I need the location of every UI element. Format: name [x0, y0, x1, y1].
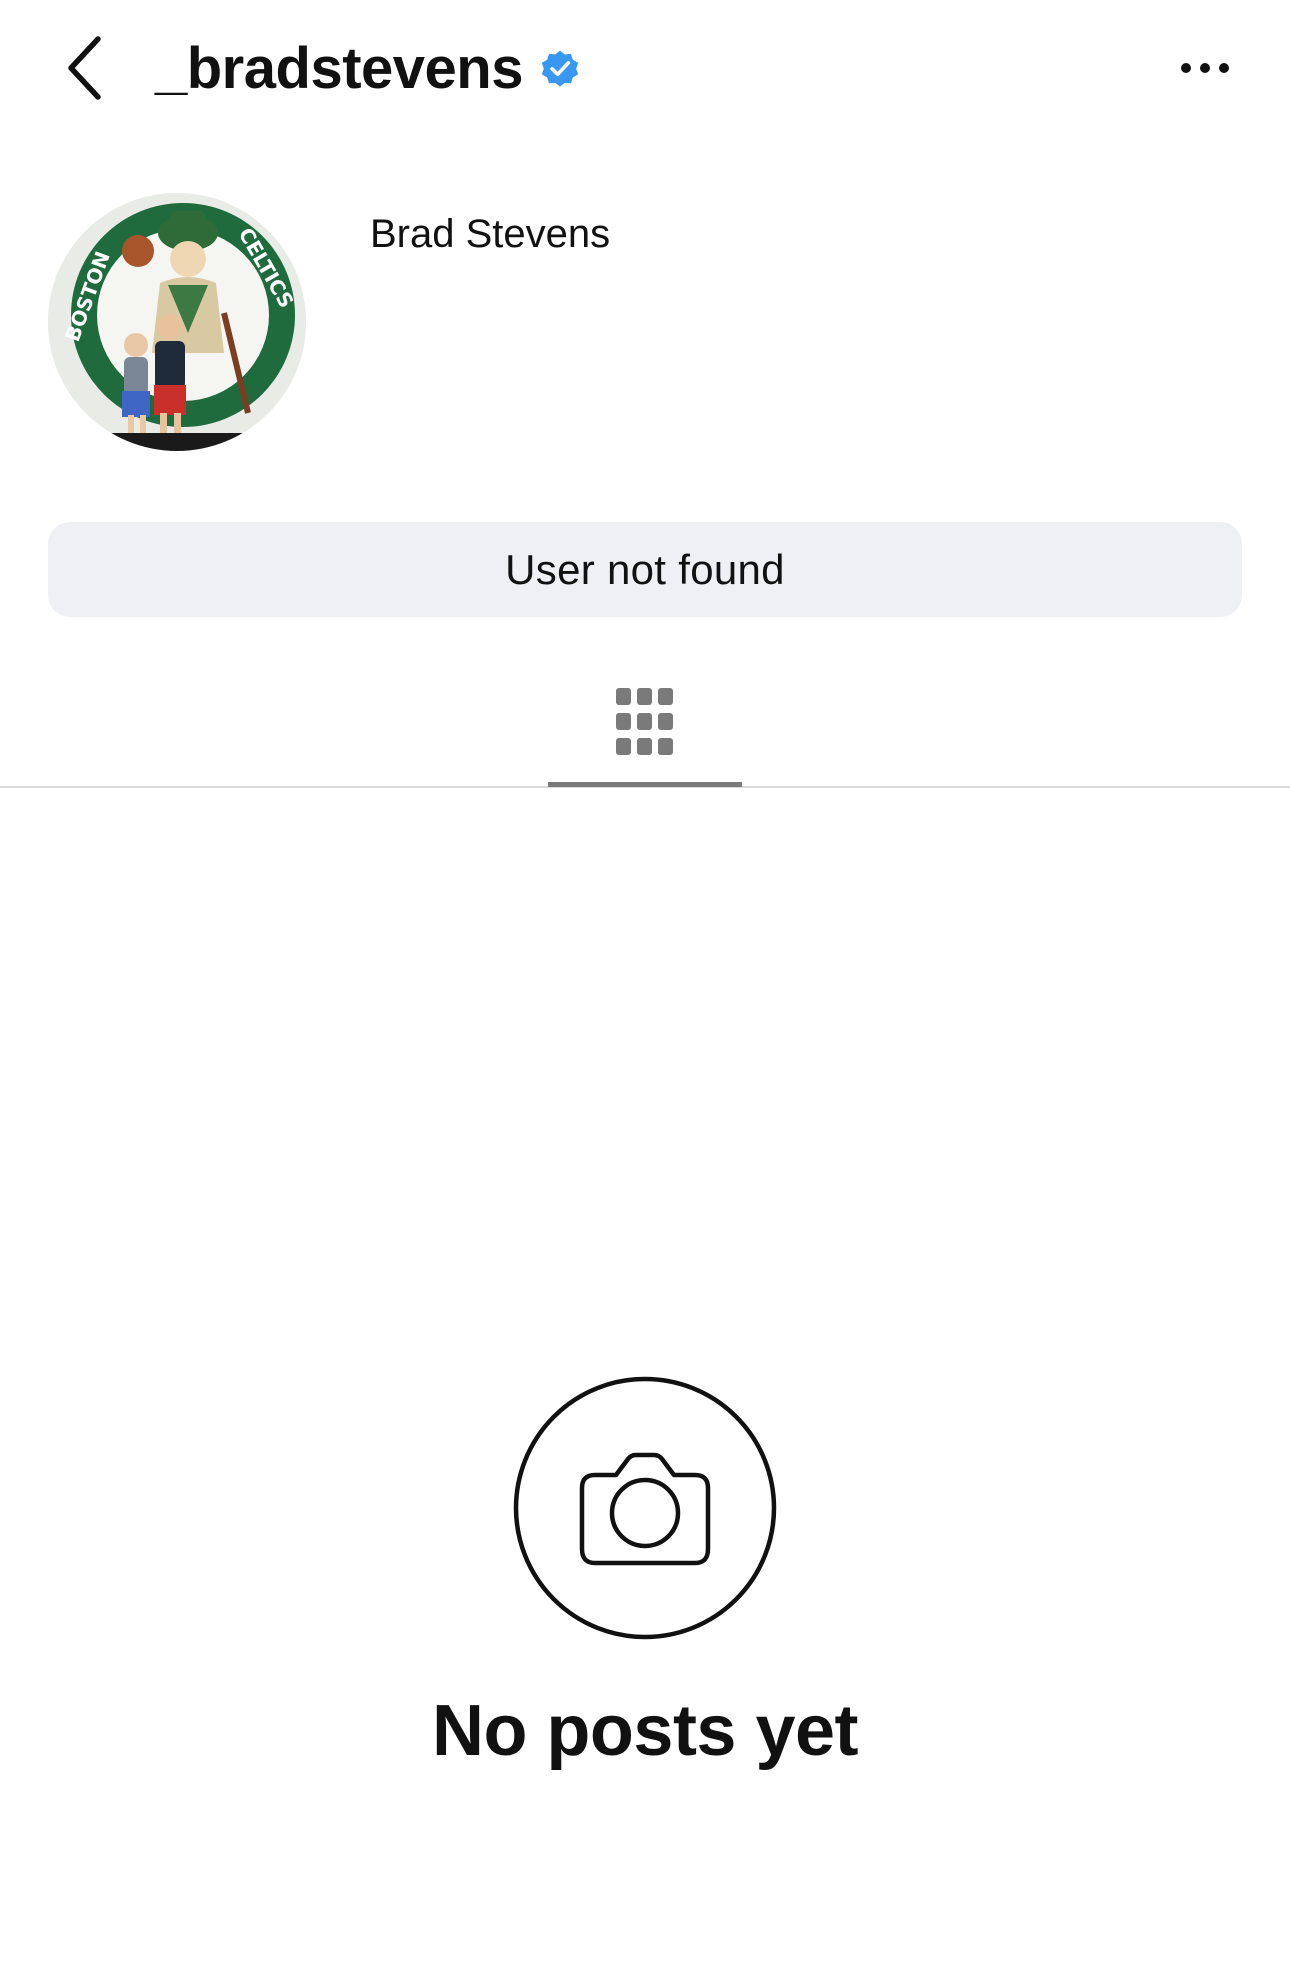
user-not-found-button[interactable]: User not found — [48, 522, 1242, 617]
profile-header: _bradstevens — [0, 0, 1290, 135]
chevron-left-icon — [68, 36, 101, 100]
active-tab-indicator — [548, 782, 742, 787]
more-options-button[interactable] — [1170, 40, 1240, 96]
celtics-logo-photo: BOSTON CELTICS — [48, 193, 306, 451]
profile-tab-bar — [0, 660, 1290, 788]
display-name: Brad Stevens — [370, 212, 611, 256]
header-title: _bradstevens — [155, 28, 581, 108]
verified-badge-icon — [541, 50, 579, 87]
camera-icon — [513, 1376, 777, 1640]
empty-state-message: No posts yet — [431, 1691, 859, 1771]
back-button[interactable] — [50, 28, 120, 108]
profile-avatar[interactable]: BOSTON CELTICS — [48, 193, 306, 451]
tab-posts-grid[interactable] — [548, 660, 742, 787]
grid-icon — [616, 688, 673, 755]
username-title: _bradstevens — [155, 35, 523, 101]
more-horizontal-icon — [1181, 63, 1229, 73]
